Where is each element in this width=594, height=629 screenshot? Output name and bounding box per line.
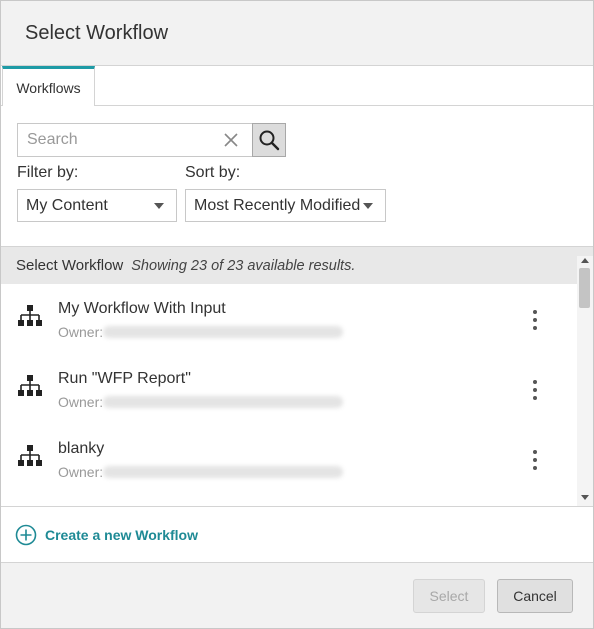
workflow-title: blanky <box>58 440 105 457</box>
controls-area: Filter by: My Content Sort by: Most Rece… <box>1 106 593 246</box>
owner-label: Owner: <box>58 324 104 340</box>
list-header-title: Select Workflow <box>16 257 124 274</box>
redacted-owner-info <box>103 466 343 478</box>
redacted-owner-info <box>103 326 343 338</box>
list-item[interactable]: blanky Owner: <box>1 424 577 494</box>
chevron-down-icon <box>363 203 373 209</box>
filter-select[interactable]: My Content <box>17 189 177 222</box>
sort-label: Sort by: <box>185 164 241 181</box>
owner-label: Owner: <box>58 394 104 410</box>
workflow-hierarchy-icon <box>18 375 42 396</box>
scroll-thumb[interactable] <box>579 268 590 308</box>
list-scrollbar[interactable] <box>577 256 593 506</box>
filter-select-value: My Content <box>26 196 108 214</box>
workflow-hierarchy-icon <box>18 305 42 326</box>
owner-label: Owner: <box>58 464 104 480</box>
sort-select[interactable]: Most Recently Modified <box>185 189 386 222</box>
search-icon <box>259 130 280 151</box>
clear-icon[interactable] <box>223 132 239 148</box>
sort-select-value: Most Recently Modified <box>194 196 361 214</box>
search-box <box>17 123 253 157</box>
list-item[interactable]: Run "WFP Report" Owner: <box>1 354 577 424</box>
results-count: Showing 23 of 23 available results. <box>131 257 356 274</box>
more-options-icon[interactable] <box>523 378 547 402</box>
more-options-icon[interactable] <box>523 308 547 332</box>
redacted-owner-info <box>103 396 343 408</box>
more-options-icon[interactable] <box>523 448 547 472</box>
list-item[interactable]: My Workflow With Input Owner: <box>1 284 577 354</box>
scroll-down-icon[interactable] <box>581 495 589 500</box>
search-input[interactable] <box>18 131 208 149</box>
workflow-title: My Workflow With Input <box>58 300 226 317</box>
dialog-title: Select Workflow <box>25 21 169 44</box>
workflow-list-panel: Select Workflow Showing 23 of 23 availab… <box>1 246 593 506</box>
plus-circle-icon <box>15 524 37 545</box>
workflow-list: My Workflow With Input Owner: Run "WFP R… <box>1 284 577 506</box>
dialog-footer: Select Cancel <box>1 562 593 628</box>
workflow-hierarchy-icon <box>18 445 42 466</box>
create-workflow-label: Create a new Workflow <box>45 526 199 543</box>
workflow-title: Run "WFP Report" <box>58 370 191 387</box>
list-header: Select Workflow Showing 23 of 23 availab… <box>1 246 593 284</box>
search-button[interactable] <box>252 123 286 157</box>
create-workflow-link[interactable]: Create a new Workflow <box>1 506 593 562</box>
dialog-header: Select Workflow <box>1 1 593 66</box>
scroll-up-icon[interactable] <box>581 258 589 263</box>
filter-label: Filter by: <box>17 164 79 181</box>
select-workflow-dialog: Select Workflow Workflows Filter by: My … <box>0 0 594 629</box>
tab-workflows[interactable]: Workflows <box>2 66 95 107</box>
tab-bar: Workflows <box>1 66 593 107</box>
chevron-down-icon <box>154 203 164 209</box>
cancel-button[interactable]: Cancel <box>497 579 573 613</box>
select-button[interactable]: Select <box>413 579 485 613</box>
